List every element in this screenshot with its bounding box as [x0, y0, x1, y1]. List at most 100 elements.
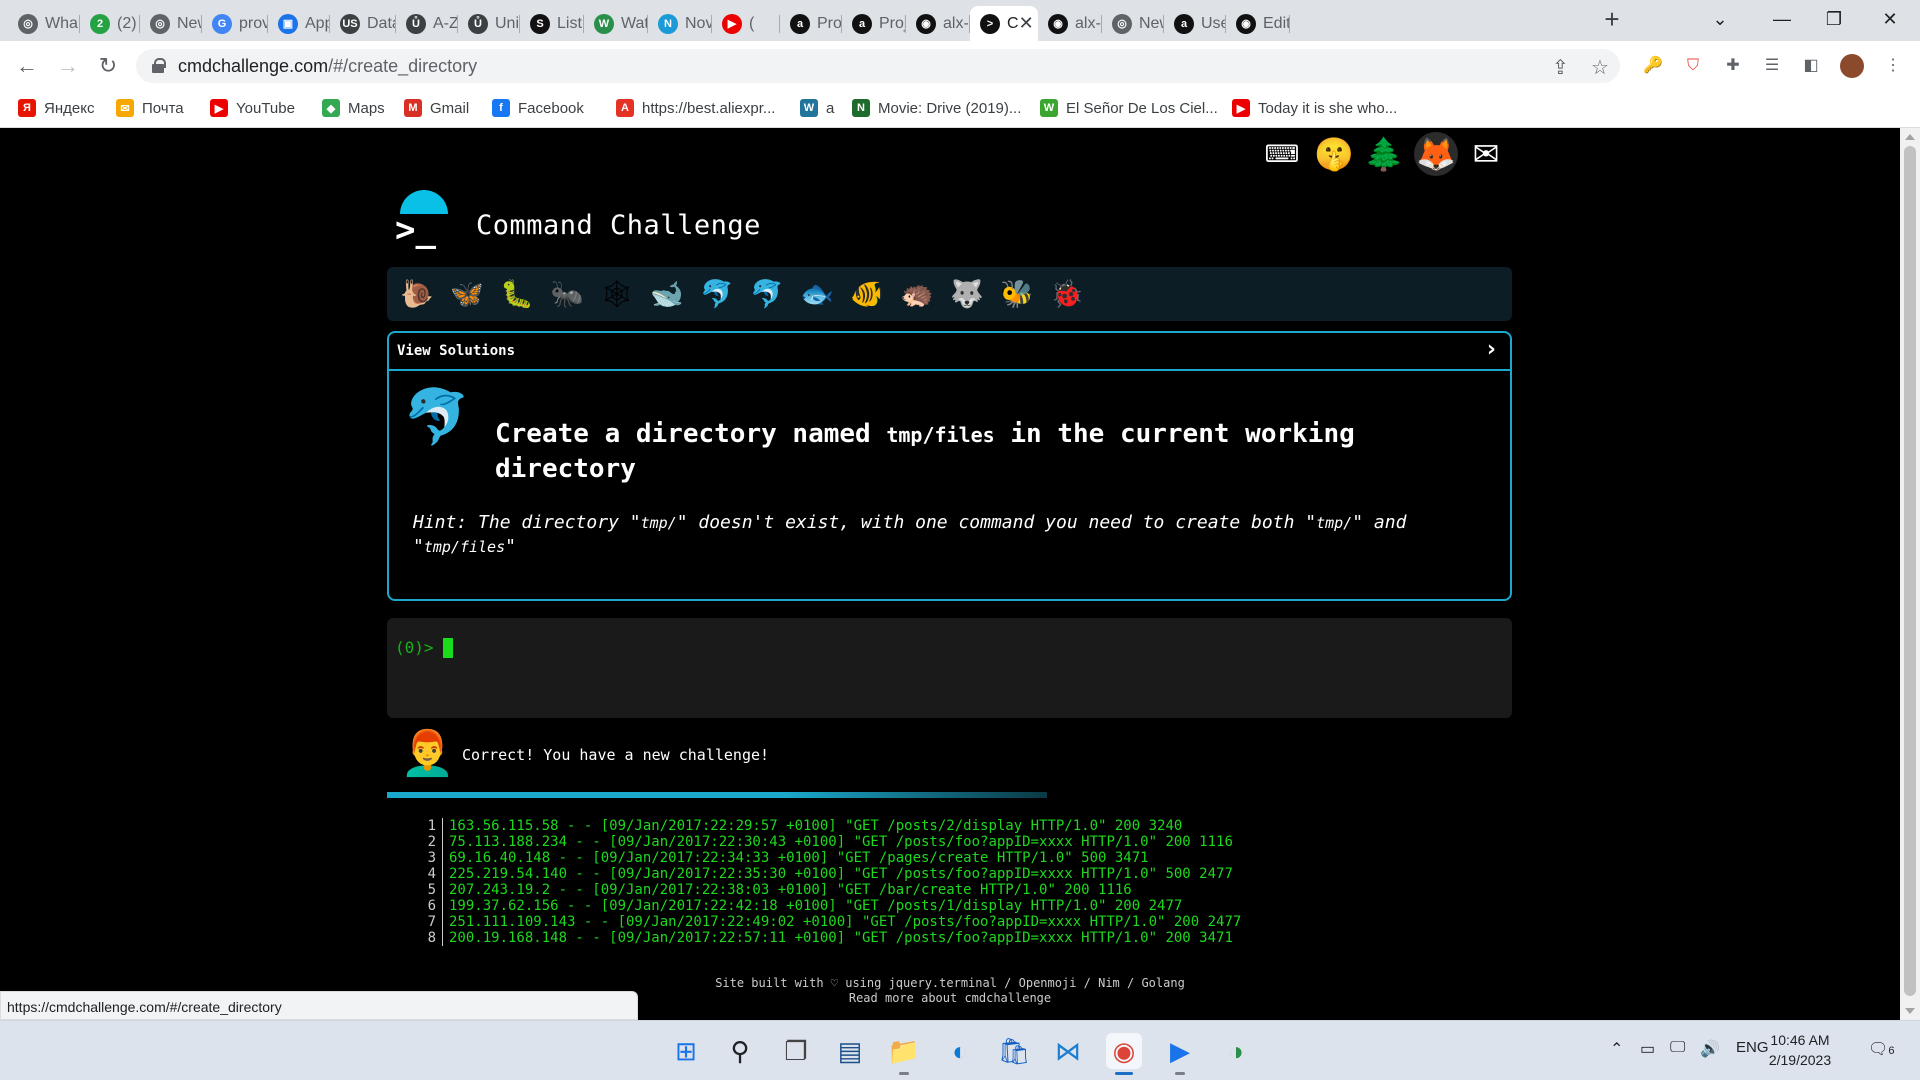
bookmark-item[interactable]: f Facebook [492, 99, 584, 117]
wolf-icon[interactable]: 🐺 [949, 276, 985, 312]
terminal-input[interactable]: (0)> [387, 618, 1512, 718]
tab[interactable]: a User [1164, 6, 1226, 41]
ladybug-icon[interactable]: 🐞 [1049, 276, 1085, 312]
tab[interactable]: ◎ Wha [8, 6, 80, 41]
restore-button[interactable]: ❐ [1814, 6, 1854, 32]
email-icon[interactable]: ✉ [1464, 132, 1508, 176]
bookmark-star-icon[interactable]: ☆ [1591, 55, 1609, 80]
butterfly-icon[interactable]: 🦋 [449, 276, 485, 312]
file-explorer-icon[interactable]: 📁 [886, 1033, 922, 1075]
scroll-up-icon[interactable] [1905, 134, 1915, 140]
tab[interactable]: a Proj [780, 6, 842, 41]
tab[interactable]: Ů A-Z [396, 6, 458, 41]
dolphin-icon[interactable]: 🐬 [699, 276, 735, 312]
widgets-icon[interactable]: ▤ [832, 1033, 868, 1069]
notifications-icon[interactable]: 🗨6 [1868, 1039, 1894, 1059]
forward-button[interactable]: → [56, 54, 80, 78]
chevron-right-icon[interactable]: › [1487, 337, 1496, 362]
hedgehog-icon[interactable]: 🦔 [899, 276, 935, 312]
minimize-button[interactable]: — [1762, 6, 1802, 32]
app-icon[interactable]: ◑ [1218, 1033, 1254, 1069]
close-window-button[interactable]: ✕ [1870, 6, 1910, 32]
reload-button[interactable]: ↻ [96, 54, 120, 78]
tab-search-icon[interactable]: ⌄ [1700, 6, 1740, 32]
gitlab-icon[interactable]: 🦊 [1414, 132, 1458, 176]
bookmark-item[interactable]: W El Señor De Los Ciel... [1040, 99, 1218, 117]
tab[interactable]: 2 (2) V [80, 6, 140, 41]
edge-icon[interactable]: ◐ [942, 1033, 978, 1069]
view-solutions-header[interactable]: View Solutions › [389, 333, 1510, 371]
tab[interactable]: a Proj [842, 6, 906, 41]
tab[interactable]: S List [520, 6, 584, 41]
bookmark-item[interactable]: N Movie: Drive (2019)... [852, 99, 1021, 117]
back-button[interactable]: ← [15, 54, 39, 78]
bee-icon[interactable]: 🐝 [999, 276, 1035, 312]
spider-web-icon[interactable]: 🕸 [599, 276, 635, 312]
tab[interactable]: W Wat [584, 6, 648, 41]
fish-icon[interactable]: 🐟 [799, 276, 835, 312]
bookmark-label: El Señor De Los Ciel... [1066, 99, 1218, 117]
page-scrollbar[interactable] [1900, 128, 1920, 1020]
tab[interactable]: N Nov [648, 6, 712, 41]
reading-list-icon[interactable]: ☰ [1760, 54, 1784, 78]
tab[interactable]: US Data [330, 6, 396, 41]
clock[interactable]: 10:46 AM 2/19/2023 [1760, 1030, 1840, 1070]
bookmark-item[interactable]: M Gmail [404, 99, 469, 117]
store-icon[interactable]: 🛍 [996, 1033, 1032, 1069]
tab[interactable]: Ů Univ [458, 6, 520, 41]
ant-icon[interactable]: 🐜 [549, 276, 585, 312]
bookmark-item[interactable]: ▶ YouTube [210, 99, 295, 117]
url-text[interactable]: cmdchallenge.com/#/create_directory [178, 56, 477, 77]
whale-icon[interactable]: 🐋 [649, 276, 685, 312]
tab[interactable]: ◉ alx-s [1038, 6, 1102, 41]
chrome-icon[interactable]: ◉ [1106, 1033, 1142, 1075]
tab[interactable]: ◎ New [1102, 6, 1164, 41]
snail-icon[interactable]: 🐌 [399, 276, 435, 312]
bookmark-item[interactable]: ✉ Почта [116, 99, 184, 117]
menu-kebab-icon[interactable]: ⋮ [1881, 54, 1905, 78]
address-bar[interactable]: cmdchallenge.com/#/create_directory ⇪ ☆ [136, 49, 1620, 83]
whatsapp-icon: ◎ [18, 13, 38, 34]
view-solutions-label[interactable]: View Solutions [397, 343, 515, 359]
extension-key-icon[interactable]: 🔑 [1641, 54, 1665, 78]
tray-chevron-icon[interactable]: ⌃ [1610, 1039, 1623, 1059]
bookmark-item[interactable]: ▶ Today it is she who... [1232, 99, 1397, 117]
youtube-icon: ▶ [1232, 99, 1250, 117]
dolphin-icon[interactable]: 🐬 [749, 276, 785, 312]
cmdchallenge-icon[interactable]: ⌨ [1260, 132, 1304, 176]
tab[interactable]: > C ✕ [970, 6, 1038, 41]
tab[interactable]: ▶( [712, 6, 780, 41]
tropical-fish-icon[interactable]: 🐠 [849, 276, 885, 312]
tab[interactable]: ◉ Edit [1226, 6, 1290, 41]
side-panel-icon[interactable]: ◧ [1799, 54, 1823, 78]
start-icon[interactable]: ⊞ [668, 1033, 704, 1069]
volume-icon[interactable]: 🔊 [1700, 1039, 1720, 1059]
secret-icon[interactable]: 🤫 [1312, 132, 1356, 176]
search-icon[interactable]: ⚲ [722, 1033, 758, 1069]
lock-icon[interactable] [152, 58, 166, 73]
close-tab-icon[interactable]: ✕ [1019, 13, 1034, 34]
bookmark-item[interactable]: Ahttps://best.aliexpr... [616, 99, 775, 117]
bookmark-item[interactable]: ◆ Maps [322, 99, 385, 117]
bookmark-item[interactable]: Wa [800, 99, 834, 117]
share-icon[interactable]: ⇪ [1552, 55, 1569, 80]
vscode-icon[interactable]: ⋈ [1050, 1033, 1086, 1069]
bookmark-item[interactable]: Я Яндекс [18, 99, 94, 117]
tab[interactable]: ◉ alx-s [906, 6, 970, 41]
extensions-puzzle-icon[interactable]: ✚ [1721, 54, 1745, 78]
profile-avatar[interactable] [1840, 54, 1864, 78]
scrollbar-thumb[interactable] [1904, 146, 1916, 996]
tab[interactable]: ▣ App [268, 6, 330, 41]
scroll-down-icon[interactable] [1905, 1008, 1915, 1014]
new-tab-button[interactable]: + [1600, 6, 1624, 32]
tab[interactable]: ◎ New [140, 6, 202, 41]
caterpillar-icon[interactable]: 🐛 [499, 276, 535, 312]
media-player-icon[interactable]: ▶ [1162, 1033, 1198, 1075]
cmdchallenge-logo[interactable]: >_ [395, 190, 455, 250]
task-view-icon[interactable]: ❐ [778, 1033, 814, 1069]
extension-shield-icon[interactable]: ⛉ [1681, 54, 1705, 78]
tree-icon[interactable]: 🌲 [1362, 132, 1406, 176]
tab[interactable]: Gprov [202, 6, 268, 41]
network-icon[interactable]: 🖵 [1670, 1039, 1685, 1057]
battery-icon[interactable]: ▭ [1640, 1039, 1655, 1059]
